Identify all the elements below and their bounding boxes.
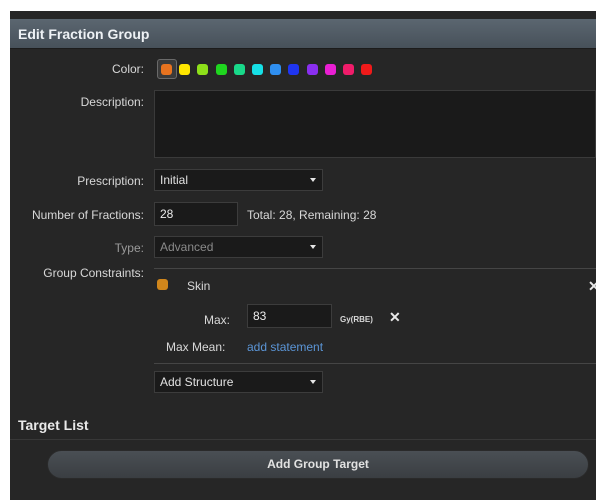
color-swatch[interactable]	[307, 64, 318, 75]
target-list-title: Target List	[18, 417, 89, 433]
chevron-down-icon	[310, 380, 316, 384]
description-textarea[interactable]	[154, 90, 596, 158]
add-structure-value: Add Structure	[160, 375, 234, 389]
chevron-down-icon	[310, 245, 316, 249]
prescription-select[interactable]: Initial	[154, 169, 323, 191]
type-value: Advanced	[160, 240, 214, 254]
description-label: Description:	[80, 95, 144, 109]
max-dose-input[interactable]: 83	[247, 304, 332, 328]
panel-title: Edit Fraction Group	[18, 26, 150, 42]
add-statement-link[interactable]: add statement	[247, 340, 323, 354]
max-label: Max:	[204, 313, 231, 327]
structure-name: Skin	[187, 279, 211, 293]
panel-header: Edit Fraction Group	[10, 19, 596, 49]
prescription-label: Prescription:	[77, 174, 144, 188]
color-swatch[interactable]	[252, 64, 263, 75]
add-group-target-button[interactable]: Add Group Target	[47, 450, 589, 479]
max-dose-unit: Gy(RBE)	[340, 315, 373, 324]
color-swatch[interactable]	[216, 64, 227, 75]
fractions-input[interactable]: 28	[154, 202, 238, 226]
fractions-summary: Total: 28, Remaining: 28	[247, 208, 377, 222]
divider	[154, 363, 596, 364]
chevron-down-icon	[310, 178, 316, 182]
remove-max-close-icon[interactable]: ✕	[389, 310, 401, 324]
prescription-value: Initial	[160, 173, 189, 187]
fractions-label: Number of Fractions:	[31, 208, 144, 222]
remove-structure-close-icon[interactable]: ✕	[588, 279, 596, 293]
type-label: Type:	[114, 241, 144, 255]
color-swatch[interactable]	[197, 64, 208, 75]
color-label: Color:	[111, 62, 144, 76]
color-swatch[interactable]	[161, 64, 172, 75]
type-select[interactable]: Advanced	[154, 236, 323, 258]
divider	[154, 268, 596, 269]
structure-color-icon	[157, 279, 168, 290]
color-swatch[interactable]	[361, 64, 372, 75]
color-swatch[interactable]	[343, 64, 354, 75]
add-structure-select[interactable]: Add Structure	[154, 371, 323, 393]
color-swatch[interactable]	[234, 64, 245, 75]
max-mean-label: Max Mean:	[166, 340, 226, 354]
color-swatch[interactable]	[179, 64, 190, 75]
color-swatch[interactable]	[270, 64, 281, 75]
color-swatch[interactable]	[325, 64, 336, 75]
divider	[10, 439, 596, 440]
group-constraints-label: Group Constraints:	[43, 266, 144, 280]
color-swatch[interactable]	[288, 64, 299, 75]
